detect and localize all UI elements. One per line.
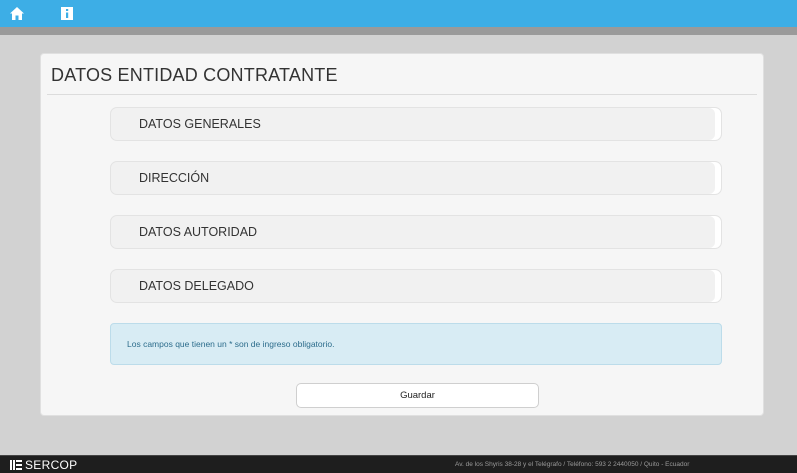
footer-address: Av. de los Shyris 38-28 y el Telégrafo /… [455, 461, 690, 468]
section-datos-delegado[interactable]: DATOS DELEGADO [110, 269, 722, 303]
section-datos-generales[interactable]: DATOS GENERALES [110, 107, 722, 141]
top-bar [0, 0, 797, 35]
section-direccion[interactable]: DIRECCIÓN [110, 161, 722, 195]
footer: SERCOP Av. de los Shyris 38-28 y el Telé… [0, 455, 797, 473]
section-datos-autoridad[interactable]: DATOS AUTORIDAD [110, 215, 722, 249]
footer-logo-text: SERCOP [25, 458, 78, 472]
required-fields-notice: Los campos que tienen un * son de ingres… [110, 323, 722, 365]
info-icon[interactable] [58, 4, 76, 22]
page-title: DATOS ENTIDAD CONTRATANTE [51, 65, 338, 85]
sercop-logo: SERCOP [10, 458, 77, 472]
home-icon[interactable] [8, 4, 26, 22]
title-divider [47, 94, 757, 95]
sercop-logo-icon [10, 460, 22, 470]
save-button[interactable]: Guardar [296, 383, 539, 408]
entity-panel: DATOS ENTIDAD CONTRATANTE DATOS GENERALE… [40, 53, 764, 416]
